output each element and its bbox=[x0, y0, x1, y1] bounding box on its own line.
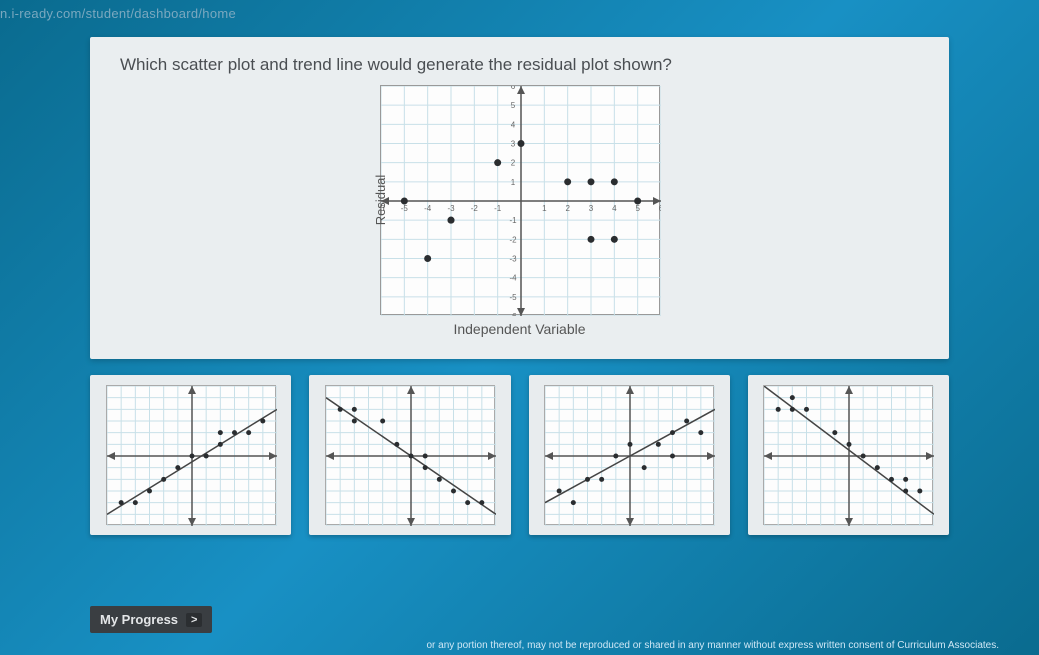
mini-plot-c bbox=[545, 386, 715, 526]
svg-text:-5: -5 bbox=[509, 293, 517, 302]
answer-option-c[interactable] bbox=[529, 375, 730, 535]
url-bar: n.i-ready.com/student/dashboard/home bbox=[0, 0, 1039, 27]
svg-text:-3: -3 bbox=[447, 204, 455, 213]
svg-text:-2: -2 bbox=[470, 204, 478, 213]
question-card: Which scatter plot and trend line would … bbox=[90, 37, 949, 359]
mini-plot-b bbox=[326, 386, 496, 526]
mini-plot-a bbox=[107, 386, 277, 526]
svg-text:5: 5 bbox=[635, 204, 640, 213]
svg-text:2: 2 bbox=[565, 204, 570, 213]
svg-text:-5: -5 bbox=[400, 204, 408, 213]
svg-text:6: 6 bbox=[510, 86, 515, 91]
svg-text:4: 4 bbox=[612, 204, 617, 213]
x-axis-label: Independent Variable bbox=[453, 321, 585, 337]
svg-text:2: 2 bbox=[510, 159, 515, 168]
question-text: Which scatter plot and trend line would … bbox=[120, 55, 919, 75]
residual-plot: Residual -6-5-4-3-2-1123456-6-5-4-3-2-11… bbox=[380, 85, 660, 315]
svg-text:-4: -4 bbox=[509, 274, 517, 283]
svg-text:-3: -3 bbox=[509, 255, 517, 264]
answers-row bbox=[90, 375, 949, 535]
residual-plot-wrap: Residual -6-5-4-3-2-1123456-6-5-4-3-2-11… bbox=[120, 85, 919, 337]
my-progress-button[interactable]: My Progress > bbox=[90, 606, 212, 633]
svg-text:5: 5 bbox=[510, 101, 515, 110]
svg-text:-2: -2 bbox=[509, 235, 517, 244]
svg-text:3: 3 bbox=[588, 204, 593, 213]
footer-copyright: or any portion thereof, may not be repro… bbox=[426, 640, 999, 651]
svg-text:1: 1 bbox=[542, 204, 547, 213]
svg-text:-1: -1 bbox=[494, 204, 502, 213]
chevron-right-icon: > bbox=[186, 613, 202, 627]
svg-text:6: 6 bbox=[658, 204, 660, 213]
svg-text:-1: -1 bbox=[509, 216, 517, 225]
svg-text:1: 1 bbox=[510, 178, 515, 187]
svg-text:-6: -6 bbox=[509, 312, 517, 316]
answer-option-a[interactable] bbox=[90, 375, 291, 535]
answer-option-d[interactable] bbox=[748, 375, 949, 535]
svg-text:3: 3 bbox=[510, 140, 515, 149]
y-axis-label: Residual bbox=[372, 175, 387, 226]
residual-plot-svg: -6-5-4-3-2-1123456-6-5-4-3-2-1123456 bbox=[381, 86, 661, 316]
svg-text:4: 4 bbox=[510, 120, 515, 129]
answer-option-b[interactable] bbox=[309, 375, 510, 535]
svg-text:-4: -4 bbox=[424, 204, 432, 213]
my-progress-label: My Progress bbox=[100, 612, 178, 627]
mini-plot-d bbox=[764, 386, 934, 526]
